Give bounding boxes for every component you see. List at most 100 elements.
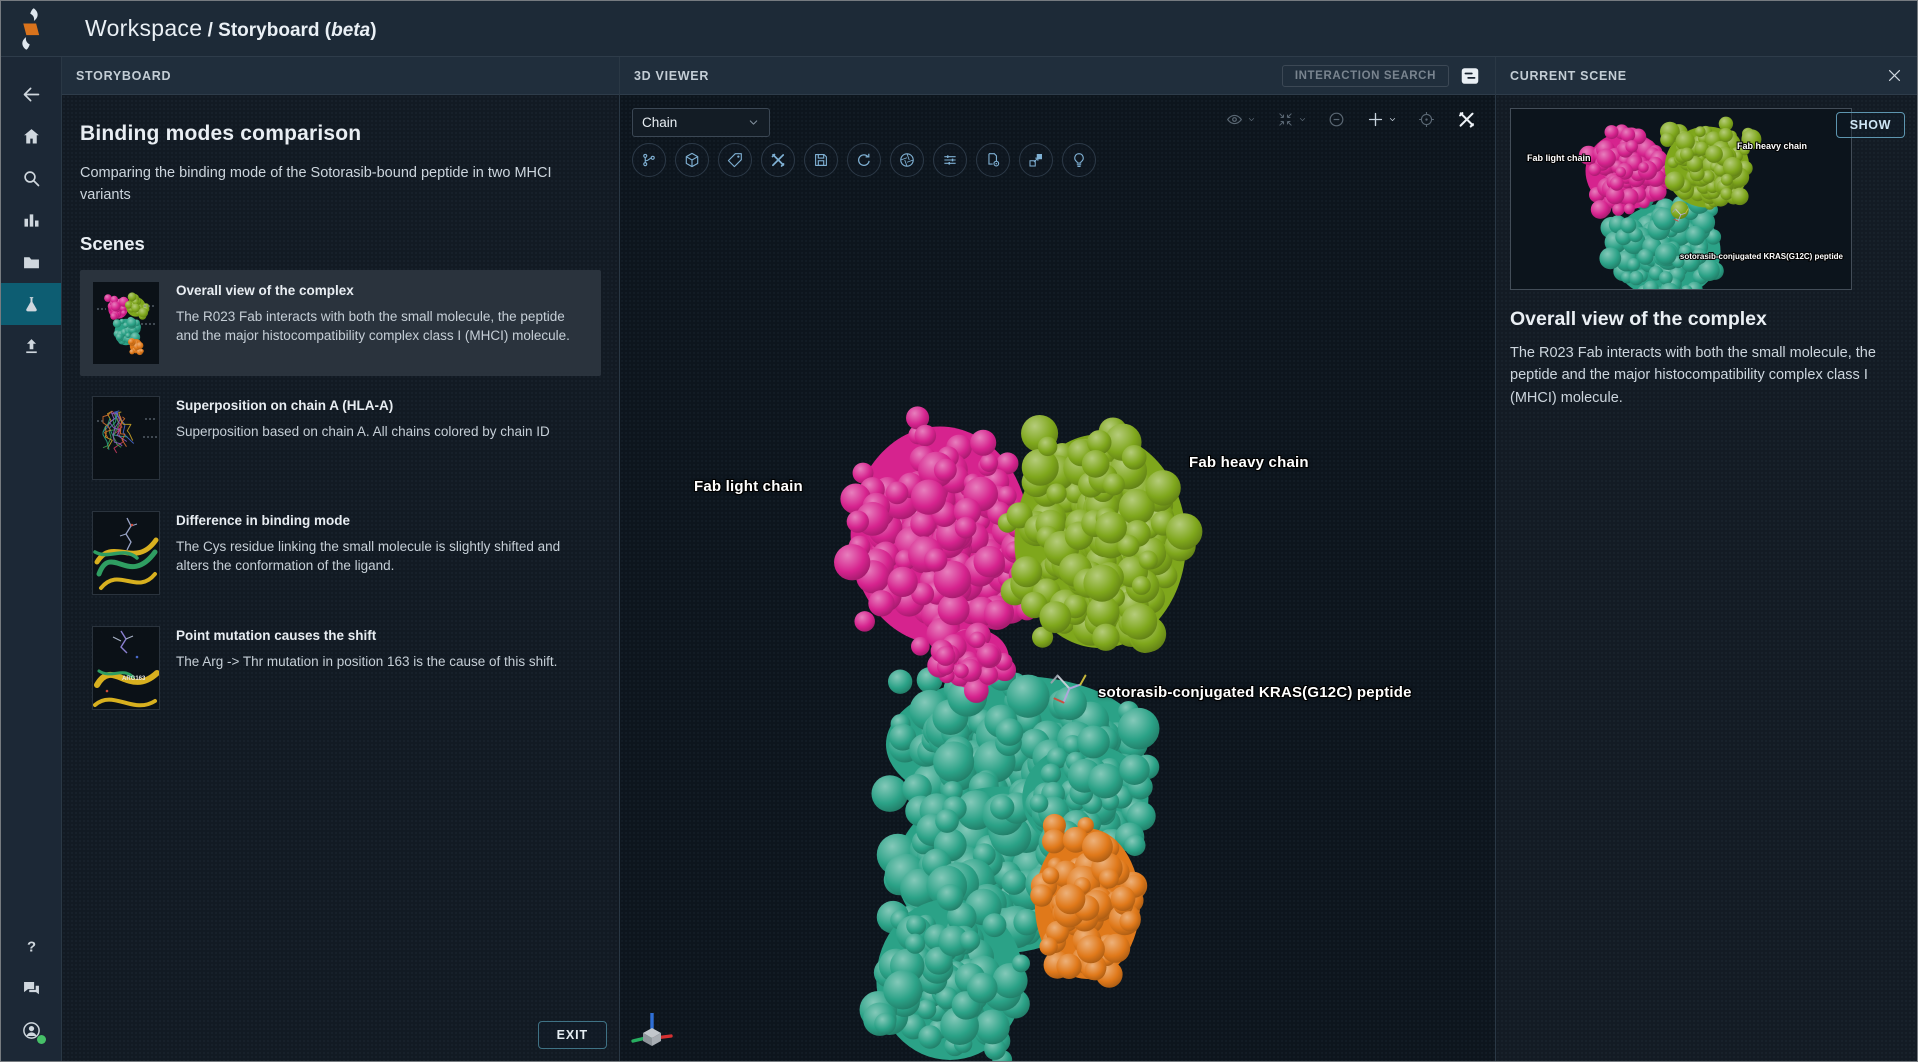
- sidebar-item-feedback[interactable]: [1, 967, 61, 1009]
- svg-text:Fab light chain: Fab light chain: [1527, 153, 1591, 163]
- crossed-tools-icon: [769, 151, 787, 169]
- scene-description: Superposition based on chain A. All chai…: [176, 423, 550, 439]
- storyboard-panel: STORYBOARD Binding modes comparison Comp…: [62, 57, 620, 1061]
- toolbar-screenshot-button[interactable]: [890, 143, 924, 177]
- zoom-out-button[interactable]: [1327, 110, 1346, 129]
- chevron-down-icon: [1388, 115, 1397, 124]
- eye-icon: [1225, 110, 1244, 129]
- panel-toggle-icon[interactable]: [1459, 65, 1481, 87]
- scene-card-binding-difference[interactable]: Difference in binding mode The Cys resid…: [80, 500, 601, 606]
- svg-text:Fab heavy chain: Fab heavy chain: [1737, 141, 1807, 151]
- svg-text:sotorasib-conjugated KRAS(G12C: sotorasib-conjugated KRAS(G12C) peptide: [1680, 252, 1844, 261]
- storyboard-header-label: STORYBOARD: [76, 68, 172, 83]
- toolbar-measurements-button[interactable]: [632, 143, 666, 177]
- scene-description: The R023 Fab interacts with both the sma…: [176, 308, 570, 344]
- sync-icon: [855, 151, 873, 169]
- app-logo[interactable]: [10, 7, 50, 51]
- application-window: Workspace / Storyboard (beta) ? STORYBOA…: [0, 0, 1918, 1062]
- sidebar-item-home[interactable]: [1, 115, 61, 157]
- toolbar-lighting-button[interactable]: [1062, 143, 1096, 177]
- lightbulb-icon: [1070, 151, 1088, 169]
- online-status-dot: [37, 1035, 46, 1044]
- toolbar-expand-button[interactable]: [1019, 143, 1053, 177]
- add-component-button[interactable]: [1366, 110, 1397, 129]
- breadcrumb-beta: beta: [331, 20, 371, 41]
- chevron-down-icon: [1247, 115, 1256, 124]
- sidebar-item-analytics[interactable]: [1, 199, 61, 241]
- scene-title: Superposition on chain A (HLA-A): [176, 397, 394, 413]
- mol-label-fab-light-chain: Fab light chain: [694, 478, 803, 495]
- scene-thumbnail: ARG163: [92, 625, 160, 710]
- viewport-controls: [1225, 109, 1477, 130]
- scene-card-superposition[interactable]: Superposition on chain A (HLA-A) Superpo…: [80, 385, 601, 491]
- sliders-icon: [941, 151, 959, 169]
- active-tools-button[interactable]: [1456, 109, 1477, 130]
- target-icon: [1417, 110, 1436, 129]
- sidebar-item-help[interactable]: ?: [1, 925, 61, 967]
- crossed-tools-icon: [1456, 109, 1477, 130]
- expand-icon: [1027, 151, 1045, 169]
- sidebar-item-back[interactable]: [1, 73, 61, 115]
- toolbar-state-button[interactable]: [976, 143, 1010, 177]
- expand-viewport-button[interactable]: [1276, 110, 1307, 129]
- molecule-render: [834, 406, 1203, 1061]
- scene-card-point-mutation[interactable]: ARG163 Point mutation causes the shift T…: [80, 615, 601, 721]
- storyboard-panel-header: STORYBOARD: [62, 57, 619, 95]
- sidebar-item-search[interactable]: [1, 157, 61, 199]
- topbar: Workspace / Storyboard (beta): [1, 1, 1917, 57]
- visibility-button[interactable]: [1225, 110, 1256, 129]
- orientation-gizmo[interactable]: [628, 1007, 676, 1055]
- chevron-down-icon: [1298, 115, 1307, 124]
- sidebar: ?: [1, 57, 62, 1061]
- close-icon[interactable]: [1886, 67, 1903, 84]
- center-target-button[interactable]: [1417, 110, 1436, 129]
- breadcrumb: Workspace / Storyboard (beta): [85, 15, 377, 42]
- scene-title: Overall view of the complex: [176, 282, 354, 298]
- interaction-search-button[interactable]: INTERACTION SEARCH: [1281, 64, 1449, 87]
- chat-icon: [21, 978, 42, 999]
- chain-select[interactable]: Chain: [632, 108, 770, 137]
- minus-circle-icon: [1327, 110, 1346, 129]
- sidebar-item-lab[interactable]: [1, 283, 61, 325]
- viewer-panel-header: 3D VIEWER INTERACTION SEARCH: [620, 57, 1495, 95]
- expand-arrows-icon: [1276, 110, 1295, 129]
- scenes-heading: Scenes: [80, 232, 145, 254]
- chain-select-value: Chain: [642, 115, 678, 130]
- mol-label-peptide: sotorasib-conjugated KRAS(G12C) peptide: [1098, 684, 1412, 701]
- scene-title: Difference in binding mode: [176, 512, 351, 528]
- scene-card-overall-view[interactable]: Overall view of the complex The R023 Fab…: [80, 269, 601, 376]
- sidebar-item-upload[interactable]: [1, 325, 61, 367]
- toolbar-structure-button[interactable]: [675, 143, 709, 177]
- mol-label-fab-heavy-chain: Fab heavy chain: [1189, 454, 1309, 471]
- sidebar-item-files[interactable]: [1, 241, 61, 283]
- toolbar-reset-view-button[interactable]: [847, 143, 881, 177]
- svg-text:?: ?: [26, 939, 35, 955]
- breadcrumb-page: / Storyboard (: [202, 20, 332, 41]
- current-scene-panel-header: CURRENT SCENE: [1496, 57, 1917, 95]
- folder-icon: [21, 252, 42, 273]
- scene-description: The Arg -> Thr mutation in position 163 …: [176, 653, 558, 669]
- current-scene-thumbnail: Fab light chain Fab heavy chain sotorasib-…: [1510, 108, 1852, 290]
- toolbar-settings-button[interactable]: [933, 143, 967, 177]
- current-scene-header-label: CURRENT SCENE: [1510, 68, 1627, 83]
- bar-chart-icon: [21, 210, 42, 231]
- current-scene-description: The R023 Fab interacts with both the sma…: [1510, 345, 1876, 406]
- exit-button[interactable]: EXIT: [537, 1021, 607, 1049]
- viewer-canvas[interactable]: Fab light chain Fab heavy chain sotorasi…: [620, 95, 1495, 1061]
- scene-thumbnail: [92, 510, 160, 595]
- scene-description: The Cys residue linking the small molecu…: [176, 538, 561, 574]
- sidebar-item-account[interactable]: [1, 1009, 61, 1051]
- viewer-header-label: 3D VIEWER: [634, 68, 710, 83]
- arrow-left-icon: [21, 84, 42, 105]
- storyboard-title: Binding modes comparison: [80, 122, 362, 145]
- chevron-down-icon: [747, 116, 760, 129]
- aperture-icon: [898, 151, 916, 169]
- scene-thumbnail: [92, 280, 160, 365]
- toolbar-label-button[interactable]: [718, 143, 752, 177]
- cube-icon: [683, 151, 701, 169]
- toolbar-tools-button[interactable]: [761, 143, 795, 177]
- toolbar-save-button[interactable]: [804, 143, 838, 177]
- viewer-toolbar: [632, 143, 1096, 177]
- current-scene-body: Fab light chain Fab heavy chain sotorasib-…: [1496, 95, 1917, 1061]
- show-button[interactable]: SHOW: [1835, 112, 1905, 138]
